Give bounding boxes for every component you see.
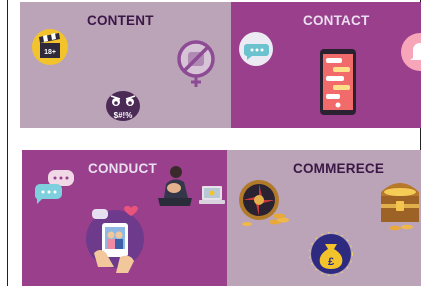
treasure-chest-icon: [381, 183, 419, 231]
money-symbol-text: £: [328, 256, 334, 268]
smartphone-chat-icon: [320, 49, 356, 115]
money-bag-icon: £: [309, 232, 353, 276]
panel-content-title: CONTENT: [87, 13, 154, 28]
laptop-icon: [199, 186, 225, 204]
clapperboard-icon: 18+: [32, 29, 68, 65]
roulette-wheel-icon: [239, 180, 289, 226]
panel-commerce: COMMERECE £: [227, 150, 421, 286]
panel-contact-title: CONTACT: [303, 13, 370, 28]
panel-conduct: CONDUCT: [22, 150, 227, 286]
angry-face-icon: $#!%: [106, 91, 140, 121]
panel-content: CONTENT 18+ $#!%: [20, 2, 231, 128]
age-rating-text: 18+: [44, 49, 56, 56]
panel-conduct-title: CONDUCT: [88, 161, 157, 176]
notification-bell-icon: [401, 33, 421, 71]
phone-photo-like-icon: [86, 205, 144, 273]
panel-contact: CONTACT: [231, 2, 421, 128]
no-fist-icon: [177, 40, 215, 87]
sad-person-icon: [158, 166, 192, 206]
chat-bubble-icon: [239, 32, 273, 66]
profanity-text: $#!%: [114, 111, 133, 120]
panel-commerce-title: COMMERECE: [293, 161, 385, 176]
chat-bubbles-icon: [34, 170, 74, 204]
